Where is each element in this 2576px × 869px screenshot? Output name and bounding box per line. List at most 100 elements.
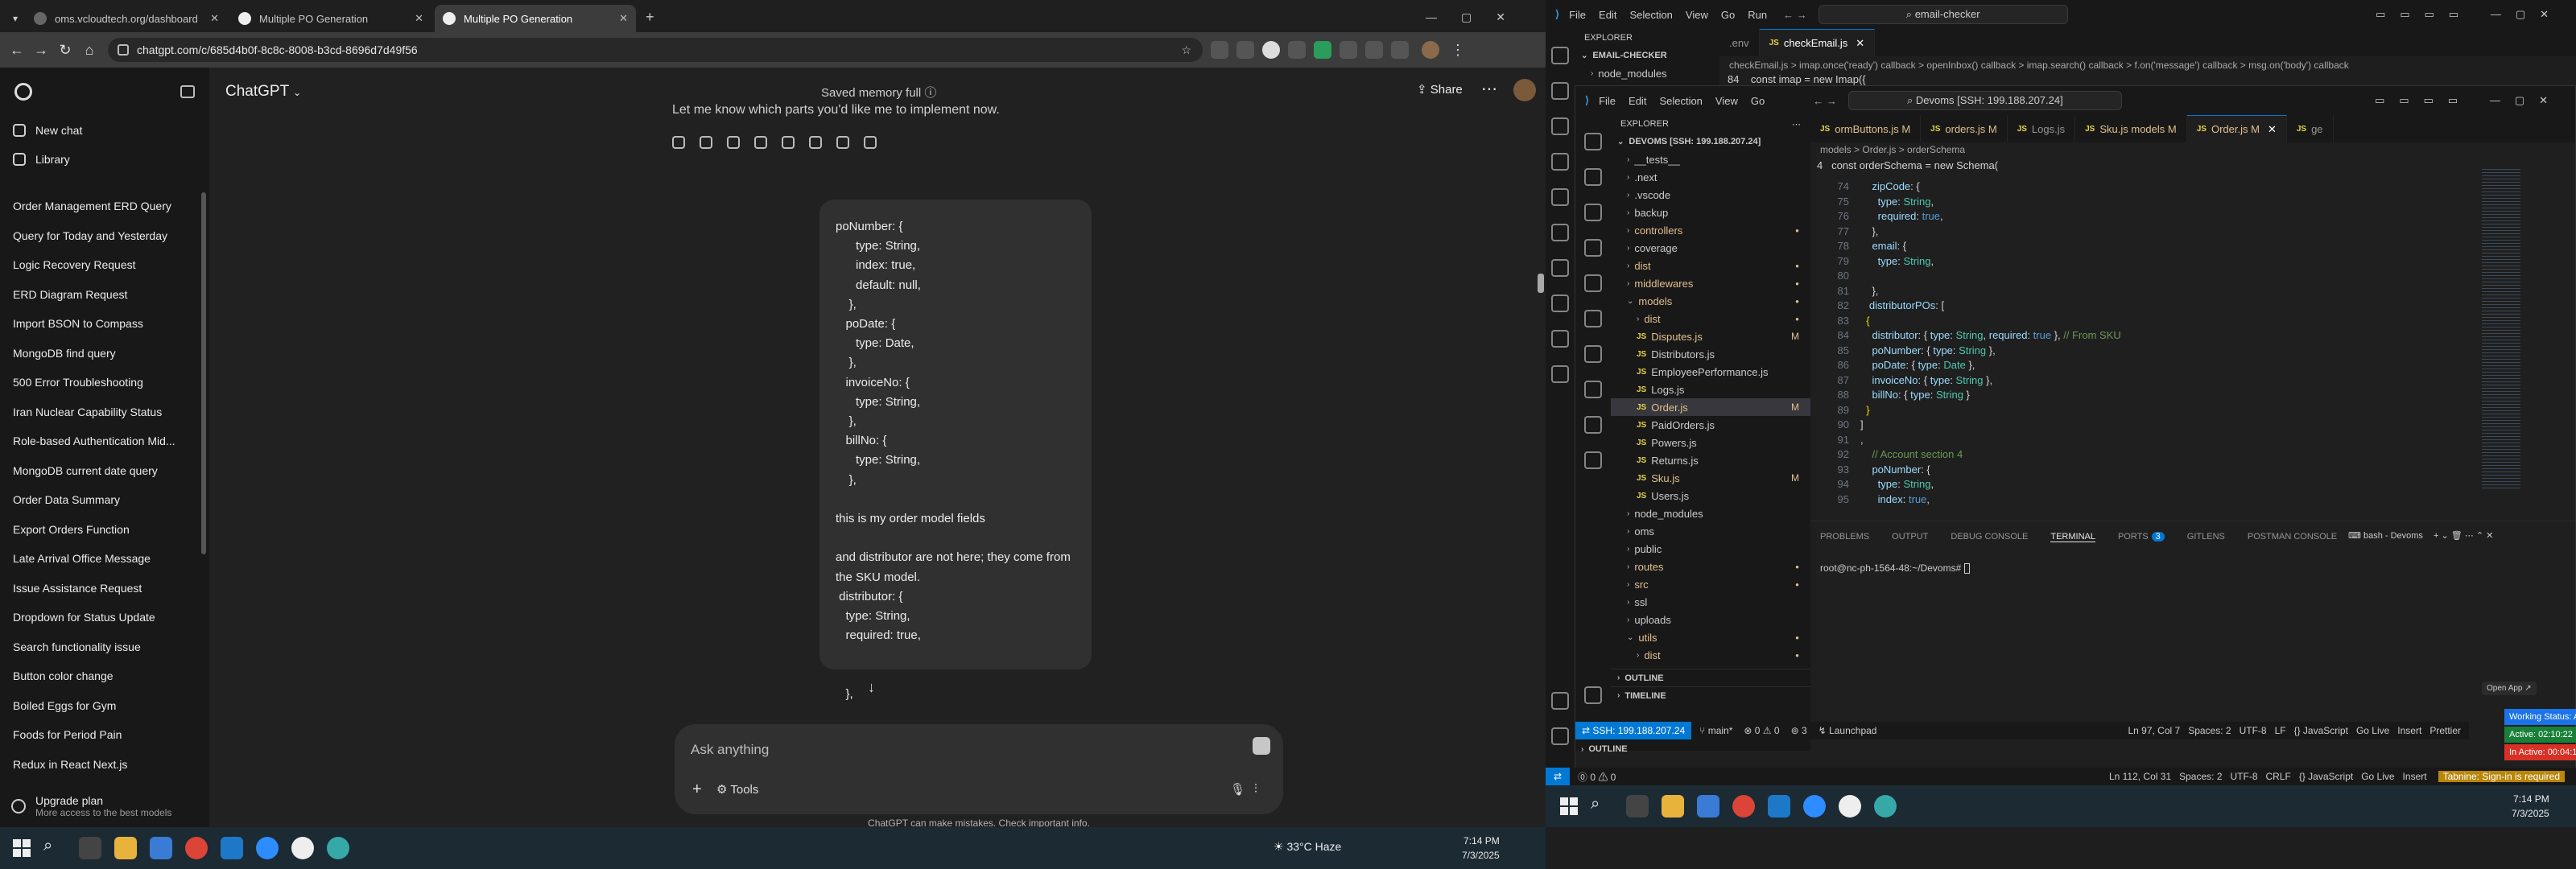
close-icon[interactable]: ✕ xyxy=(1856,37,1864,50)
code-editor[interactable]: 74 zipCode: {75 type: String, 76 required… xyxy=(1817,179,2429,513)
file-explorer-icon[interactable] xyxy=(114,837,137,859)
tree-file[interactable]: JS EmployeePerformance.js xyxy=(1611,363,1810,381)
address-bar[interactable]: chatgpt.com/c/685d4b0f-8c8c-8008-b3cd-86… xyxy=(108,38,1203,62)
file-explorer-icon[interactable] xyxy=(1662,795,1684,818)
command-center-search[interactable]: ⌕ Devoms [SSH: 199.188.207.24] xyxy=(1847,91,2122,110)
app-icon[interactable] xyxy=(327,837,349,859)
gitlens-icon[interactable] xyxy=(1584,345,1602,363)
extensions-icon[interactable] xyxy=(1584,274,1602,292)
chat-history-item[interactable]: MongoDB current date query xyxy=(0,456,209,486)
panel-tab[interactable]: POSTMAN CONSOLE xyxy=(2248,532,2337,542)
zoom-icon[interactable] xyxy=(1803,795,1826,818)
speaker-icon[interactable] xyxy=(700,136,712,149)
brush-icon[interactable] xyxy=(809,136,822,149)
editor-status-info[interactable]: Ln 112, Col 31 Spaces: 2 UTF-8 CRLF {} J… xyxy=(2109,771,2427,782)
store-icon[interactable] xyxy=(150,837,172,859)
tree-folder[interactable]: › dist ● xyxy=(1611,646,1810,664)
tabnine-status[interactable]: Tabnine: Sign-in is required xyxy=(2438,771,2565,782)
chrome-icon[interactable] xyxy=(185,837,208,859)
toggle-sidebar-icon[interactable] xyxy=(180,85,195,98)
extension-icon[interactable] xyxy=(1253,737,1270,755)
menu-item[interactable]: Run xyxy=(1748,9,1767,21)
prompt-input[interactable] xyxy=(691,739,1174,761)
editor-tab[interactable]: JS ormButtons.js M xyxy=(1810,115,1922,142)
gitlens-icon[interactable] xyxy=(1551,259,1569,277)
chat-history-item[interactable]: Role-based Authentication Mid... xyxy=(0,426,209,456)
tree-folder[interactable]: ⌄ utils ● xyxy=(1611,628,1810,646)
panel-tab[interactable]: PROBLEMS xyxy=(1820,532,1869,542)
close-icon[interactable]: ✕ xyxy=(210,12,219,25)
chat-history-item[interactable]: MongoDB find query xyxy=(0,339,209,369)
panel-tab[interactable]: OUTPUT xyxy=(1892,532,1928,542)
tree-folder[interactable]: › controllers ● xyxy=(1611,221,1810,239)
menu-item[interactable]: Selection xyxy=(1629,9,1672,21)
menu-item[interactable]: View xyxy=(1715,95,1738,107)
extension-icon[interactable] xyxy=(1236,41,1254,59)
run-debug-icon[interactable] xyxy=(1584,239,1602,257)
menu-item[interactable]: File xyxy=(1599,95,1616,107)
editor-tab[interactable]: JS Logs.js xyxy=(2007,115,2076,142)
project-header[interactable]: ⌄ DEVOMS [SSH: 199.188.207.24] xyxy=(1611,133,1810,150)
vscode-icon[interactable] xyxy=(1768,795,1790,818)
chat-history-item[interactable]: Order Data Summary xyxy=(0,485,209,515)
branch-indicator[interactable]: ⑂ main* xyxy=(1699,725,1732,736)
chat-history-item[interactable]: Dropdown for Status Update xyxy=(0,603,209,632)
tree-folder[interactable]: › dist ● xyxy=(1611,310,1810,327)
tree-folder[interactable]: › src ● xyxy=(1611,575,1810,593)
upgrade-plan-button[interactable]: Upgrade plan More access to the best mode… xyxy=(0,785,209,827)
settings-gear-icon[interactable] xyxy=(1551,727,1569,745)
terminal-output[interactable]: root@nc-ph-1564-48:~/Devoms# xyxy=(1820,561,1970,576)
clock[interactable]: 7:14 PM 7/3/2025 xyxy=(1462,834,1500,863)
ports-indicator[interactable]: ⊚ 3 xyxy=(1791,725,1807,736)
memory-status[interactable]: Saved memory full ⓘ xyxy=(821,84,936,101)
add-attachment-icon[interactable]: + xyxy=(692,780,702,799)
chrome-icon[interactable] xyxy=(1732,795,1755,818)
copy-icon[interactable] xyxy=(672,136,685,149)
app-icon[interactable] xyxy=(1874,795,1897,818)
close-icon[interactable]: ✕ xyxy=(619,12,628,25)
chat-history-item[interactable]: Issue Assistance Request xyxy=(0,574,209,603)
timeline-section[interactable]: › TIMELINE xyxy=(1611,686,1810,704)
editor-tab[interactable]: JS orders.js M xyxy=(1921,115,2008,142)
source-control-icon[interactable] xyxy=(1584,204,1602,221)
browser-tab-1[interactable]: oms.vcloudtech.org/dashboard ✕ xyxy=(26,5,227,32)
panel-tab[interactable]: GITLENS xyxy=(2187,532,2225,542)
tree-folder[interactable]: › ssl xyxy=(1611,593,1810,611)
panel-tab[interactable]: TERMINAL xyxy=(2050,532,2095,542)
model-selector[interactable]: ChatGPT ⌄ xyxy=(225,83,301,101)
start-icon[interactable] xyxy=(13,839,31,857)
share-icon[interactable] xyxy=(864,136,877,149)
back-icon[interactable]: ← xyxy=(5,42,29,59)
editor-tab[interactable]: JS Sku.js models M xyxy=(2075,115,2187,142)
tree-folder[interactable]: › middlewares ● xyxy=(1611,274,1810,292)
run-debug-icon[interactable] xyxy=(1551,153,1569,171)
page-scrollbar[interactable] xyxy=(1538,274,1544,293)
regenerate-icon[interactable] xyxy=(836,136,849,149)
remote-icon[interactable] xyxy=(1584,310,1602,327)
chat-history-item[interactable]: Logic Recovery Request xyxy=(0,250,209,280)
tree-folder[interactable]: ⌄ models ● xyxy=(1611,292,1810,310)
forward-icon[interactable]: → xyxy=(29,42,53,59)
open-app-button[interactable]: Open App ↗ xyxy=(2482,682,2537,695)
menu-item[interactable]: Selection xyxy=(1659,95,1702,107)
browser-menu-icon[interactable]: ⋮ xyxy=(1451,42,1465,59)
tree-file[interactable]: JS Disputes.js M xyxy=(1611,327,1810,345)
share-button[interactable]: ⇪ Share xyxy=(1417,82,1463,97)
menu-item[interactable]: Go xyxy=(1751,95,1765,107)
store-icon[interactable] xyxy=(1697,795,1719,818)
test-icon[interactable] xyxy=(1584,381,1602,398)
panel-tab[interactable]: PORTS xyxy=(2118,532,2149,542)
test-icon[interactable] xyxy=(1551,294,1569,312)
explorer-icon[interactable] xyxy=(1551,47,1569,64)
minimap[interactable] xyxy=(2477,160,2525,498)
accounts-icon[interactable] xyxy=(1551,692,1569,710)
vscode-icon[interactable] xyxy=(221,837,243,859)
tree-folder[interactable]: › __tests__ xyxy=(1611,150,1810,168)
editor-tab[interactable]: JS Order.js M ✕ xyxy=(2186,115,2287,142)
tree-folder[interactable]: › node_modules xyxy=(1611,505,1810,522)
panel-tab[interactable]: DEBUG CONSOLE xyxy=(1951,532,2028,542)
tree-folder[interactable]: › dist ● xyxy=(1611,257,1810,274)
thumbs-up-icon[interactable] xyxy=(727,136,740,149)
new-tab-icon[interactable]: + xyxy=(646,9,654,26)
tab-checkemail[interactable]: JS checkEmail.js ✕ xyxy=(1759,29,1876,56)
